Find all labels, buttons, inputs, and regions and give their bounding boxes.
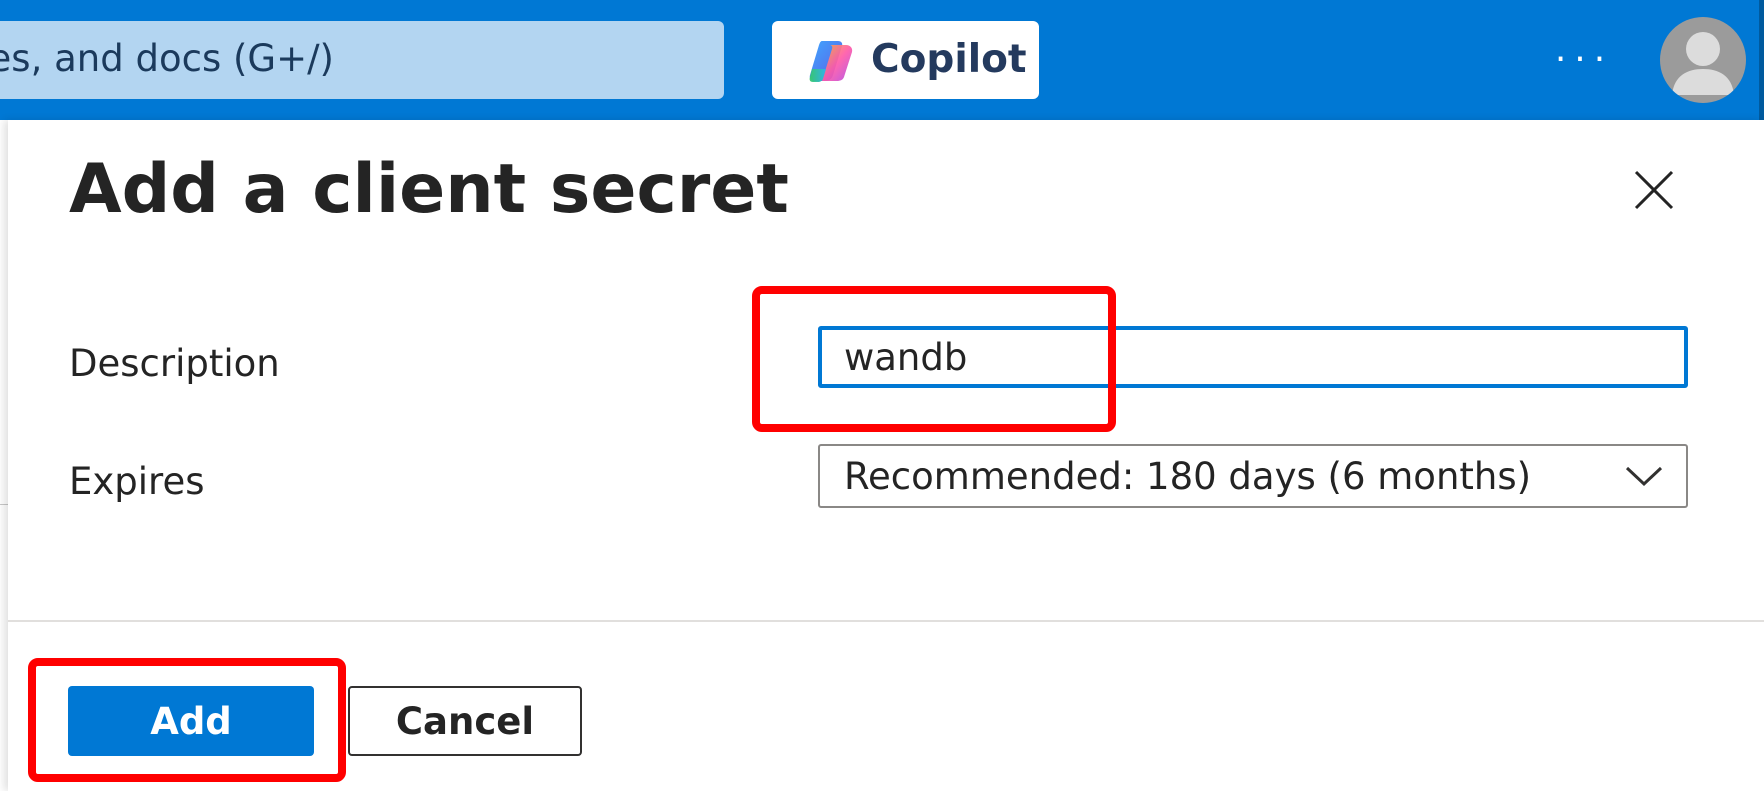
top-nav-bar: ces, and docs (G+/) Copilot ··· [0,0,1764,120]
copilot-button[interactable]: Copilot [772,21,1039,99]
footer-divider [8,620,1764,622]
background-page: ( i [0,120,8,791]
copilot-icon [809,41,853,82]
description-label: Description [69,342,280,385]
expires-label: Expires [69,460,205,503]
scrollbar-edge [1759,0,1764,120]
copilot-label: Copilot [871,37,1027,82]
expires-dropdown[interactable]: Recommended: 180 days (6 months) [818,444,1688,508]
more-options-button[interactable]: ··· [1548,32,1620,86]
close-icon[interactable] [1628,164,1680,216]
background-text-fragment: i [0,672,2,707]
person-icon [1672,32,1734,95]
chevron-down-icon [1625,466,1663,487]
cancel-button[interactable]: Cancel [348,686,582,756]
search-placeholder: ces, and docs (G+/) [0,37,334,80]
global-search-input[interactable]: ces, and docs (G+/) [0,21,724,99]
background-divider [0,504,8,505]
expires-selected-value: Recommended: 180 days (6 months) [844,455,1532,498]
description-input[interactable] [818,326,1688,388]
user-avatar-icon[interactable] [1660,17,1746,103]
panel-title: Add a client secret [69,150,789,229]
background-text-fragment: ( [0,252,2,298]
add-client-secret-panel: Add a client secret Description Expires … [8,120,1764,791]
add-button[interactable]: Add [68,686,314,756]
